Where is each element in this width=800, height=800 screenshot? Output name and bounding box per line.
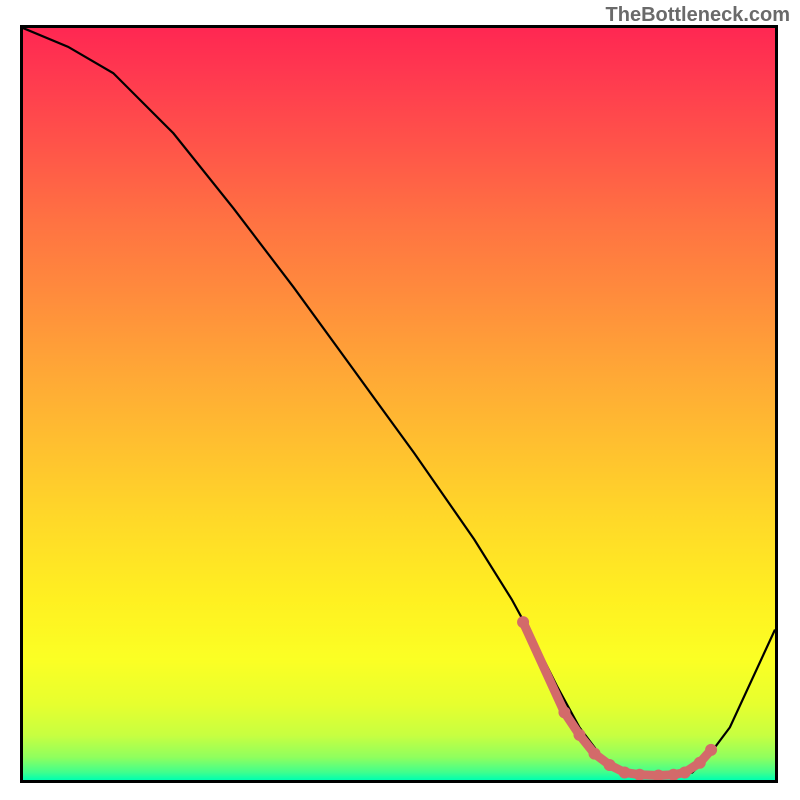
marker-dot [679, 766, 691, 778]
marker-segment [523, 622, 564, 712]
plot-area [20, 25, 778, 783]
marker-dot [694, 757, 706, 769]
chart-overlay [23, 28, 775, 780]
marker-dot [558, 706, 570, 718]
marker-dot [604, 759, 616, 771]
chart-container: TheBottleneck.com [0, 0, 800, 800]
highlight-markers [517, 616, 717, 780]
marker-dot [705, 744, 717, 756]
marker-dot [589, 748, 601, 760]
marker-dot [619, 766, 631, 778]
marker-dot [517, 616, 529, 628]
bottleneck-curve [23, 28, 775, 776]
marker-dot [573, 729, 585, 741]
watermark-text: TheBottleneck.com [606, 4, 790, 27]
